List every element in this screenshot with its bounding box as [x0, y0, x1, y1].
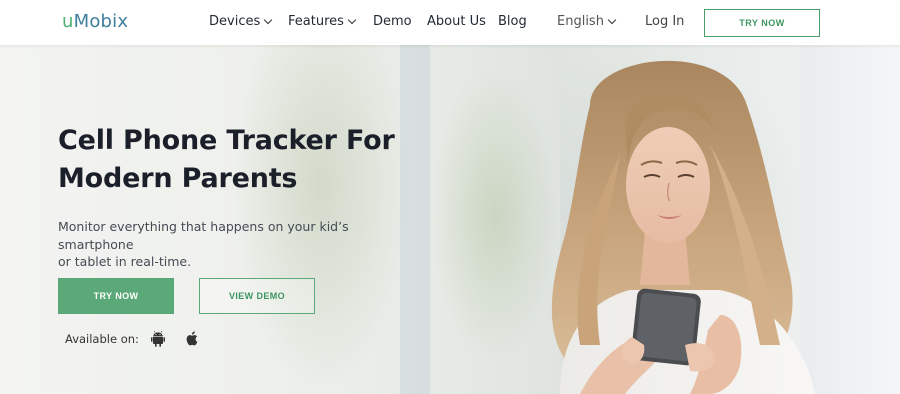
login-link[interactable]: Log In	[645, 14, 684, 29]
android-icon[interactable]	[151, 331, 165, 347]
hero-subtext: Monitor everything that happens on your …	[58, 218, 408, 271]
nav-blog[interactable]: Blog	[498, 14, 527, 29]
nav-demo[interactable]: Demo	[373, 14, 412, 29]
nav-about-label: About Us	[427, 14, 486, 29]
hero-headline: Cell Phone Tracker For Modern Parents	[58, 122, 418, 198]
headline-line-2: Modern Parents	[58, 163, 298, 194]
apple-icon[interactable]	[184, 330, 198, 347]
chevron-down-icon	[347, 15, 357, 24]
nav-devices[interactable]: Devices	[209, 14, 273, 29]
language-label: English	[557, 14, 604, 29]
headline-line-1: Cell Phone Tracker For	[58, 125, 395, 156]
login-label: Log In	[645, 14, 685, 29]
nav-devices-label: Devices	[209, 14, 261, 29]
subtext-line-1: Monitor everything that happens on your …	[58, 219, 349, 252]
nav-blog-label: Blog	[498, 14, 527, 29]
logo-prefix: u	[62, 11, 74, 32]
language-selector[interactable]: English	[557, 14, 617, 29]
hero-try-now-button[interactable]: TRY NOW	[58, 278, 174, 314]
nav-about-us[interactable]: About Us	[427, 14, 486, 29]
view-demo-button[interactable]: VIEW DEMO	[199, 278, 315, 314]
chevron-down-icon	[263, 15, 273, 24]
subtext-line-2: or tablet in real-time.	[58, 254, 192, 269]
top-navigation-bar: uMobix Devices Features Demo About Us Bl…	[0, 0, 900, 45]
logo-text: Mobix	[73, 11, 129, 32]
hero-woman-image	[551, 60, 815, 394]
nav-features[interactable]: Features	[288, 14, 357, 29]
nav-features-label: Features	[288, 14, 344, 29]
umobix-logo[interactable]: uMobix	[62, 11, 128, 32]
header-try-now-button[interactable]: TRY NOW	[704, 9, 820, 37]
nav-demo-label: Demo	[373, 14, 412, 29]
chevron-down-icon	[607, 15, 617, 24]
available-on-label: Available on:	[65, 332, 139, 346]
